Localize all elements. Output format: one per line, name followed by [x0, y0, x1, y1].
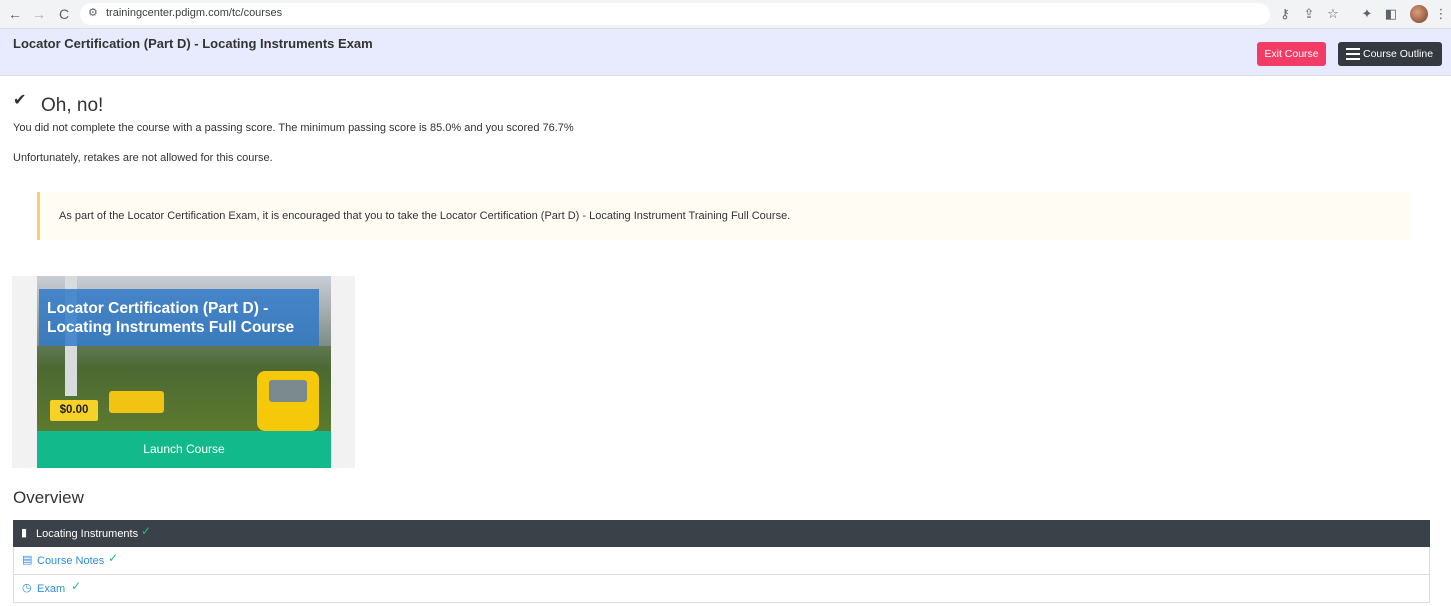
retake-message: Unfortunately, retakes are not allowed f… — [13, 152, 273, 164]
price-badge: $0.00 — [50, 400, 98, 421]
exam-link[interactable]: Exam — [37, 576, 65, 603]
section-label: Locating Instruments — [36, 528, 139, 540]
bookmark-icon: ▮ — [21, 527, 28, 539]
overview-table: ▮ Locating Instruments ✓ ▤ Course Notes … — [13, 520, 1430, 603]
course-header: Locator Certification (Part D) - Locatin… — [0, 29, 1451, 76]
course-notes-link[interactable]: Course Notes — [37, 548, 104, 575]
reload-icon[interactable]: C — [55, 5, 73, 23]
completed-check-icon: ✓ — [71, 579, 82, 593]
course-outline-button[interactable]: Course Outline — [1338, 42, 1442, 66]
profile-avatar[interactable] — [1410, 5, 1428, 23]
completed-check-icon: ✓ — [108, 551, 119, 565]
overview-heading: Overview — [13, 488, 84, 507]
site-settings-icon[interactable]: ⚙ — [88, 6, 98, 19]
share-icon[interactable]: ⇪ — [1300, 5, 1318, 23]
side-panel-icon[interactable]: ◧ — [1382, 5, 1400, 23]
password-key-icon[interactable]: ⚷ — [1276, 5, 1294, 23]
extensions-icon[interactable]: ✦ — [1358, 5, 1376, 23]
address-bar[interactable]: ⚙ trainingcenter.pdigm.com/tc/courses — [80, 3, 1270, 25]
list-item[interactable]: ▤ Course Notes ✓ — [13, 547, 1430, 575]
notice-alert: As part of the Locator Certification Exa… — [37, 192, 1410, 240]
course-card-title-banner: Locator Certification (Part D) - Locatin… — [39, 289, 319, 346]
checkmark-icon: ✔ — [13, 92, 27, 109]
result-title: Oh, no! — [41, 95, 104, 116]
bookmark-star-icon[interactable]: ☆ — [1324, 5, 1342, 23]
launch-course-button[interactable]: Launch Course — [37, 431, 331, 468]
course-card-title: Locator Certification (Part D) - Locatin… — [47, 300, 295, 336]
page-title: Locator Certification (Part D) - Locatin… — [13, 36, 373, 51]
url-text[interactable]: trainingcenter.pdigm.com/tc/courses — [106, 7, 282, 19]
hamburger-menu-icon — [1346, 48, 1360, 60]
course-outline-label: Course Outline — [1363, 48, 1434, 60]
browser-toolbar: ← → C ⚙ trainingcenter.pdigm.com/tc/cour… — [0, 0, 1451, 29]
list-item[interactable]: ◷ Exam ✓ — [13, 575, 1430, 603]
back-icon[interactable]: ← — [6, 5, 24, 23]
more-menu-icon[interactable]: ⋮ — [1432, 5, 1450, 23]
completed-check-icon: ✓ — [141, 524, 152, 538]
forward-icon[interactable]: → — [30, 5, 48, 23]
exit-course-button[interactable]: Exit Course — [1257, 42, 1326, 66]
section-header[interactable]: ▮ Locating Instruments ✓ — [13, 520, 1430, 547]
score-message: You did not complete the course with a p… — [13, 122, 574, 134]
notice-text: As part of the Locator Certification Exa… — [59, 210, 791, 222]
book-icon: ▤ — [22, 554, 33, 566]
clock-icon: ◷ — [22, 582, 32, 594]
